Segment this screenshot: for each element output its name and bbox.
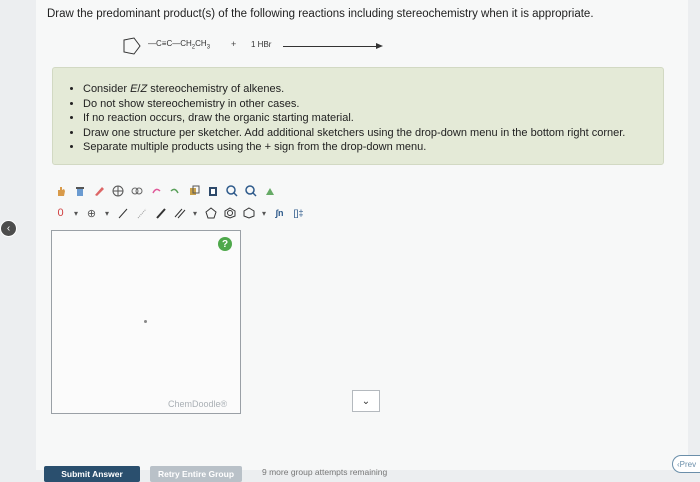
canvas-dot: [144, 320, 147, 323]
triple-bond-icon[interactable]: [171, 205, 188, 221]
instruction-item: If no reaction occurs, draw the organic …: [83, 111, 663, 126]
back-button[interactable]: ‹: [0, 220, 17, 237]
attempts-remaining: 9 more group attempts remaining: [262, 467, 388, 477]
submit-button[interactable]: Submit Answer: [44, 466, 140, 482]
ring-dropdown-icon[interactable]: ▾: [259, 205, 269, 221]
center-icon[interactable]: [109, 183, 126, 199]
eraser-icon[interactable]: [90, 183, 107, 199]
instruction-item: Consider E/Z stereochemistry of alkenes.: [83, 82, 663, 97]
reaction-scheme: —C≡C—CH2CH3 + 1 HBr: [118, 36, 383, 56]
stereo-bond-icon[interactable]: [133, 205, 150, 221]
cyclohexane-icon[interactable]: [240, 205, 257, 221]
reaction-arrow: [283, 46, 378, 47]
clear-icon[interactable]: [71, 183, 88, 199]
cyclopentane-icon[interactable]: [202, 205, 219, 221]
paste-icon[interactable]: [204, 183, 221, 199]
cyclopentane-icon: [123, 37, 141, 55]
formula-tool[interactable]: ∫n: [271, 205, 288, 221]
zoom-out-icon[interactable]: [242, 183, 259, 199]
chevron-left-icon: ‹: [6, 223, 11, 234]
double-bond-icon[interactable]: [152, 205, 169, 221]
retry-button[interactable]: Retry Entire Group: [150, 466, 242, 482]
atom-dropdown-icon[interactable]: ▾: [102, 205, 112, 221]
instruction-item: Draw one structure per sketcher. Add add…: [83, 126, 663, 141]
zoom-in-icon[interactable]: [223, 183, 240, 199]
redo-icon[interactable]: [166, 183, 183, 199]
instruction-item: Separate multiple products using the + s…: [83, 140, 663, 155]
question-text: Draw the predominant product(s) of the f…: [47, 8, 594, 20]
charge-dropdown-icon[interactable]: ▾: [71, 205, 81, 221]
copy-icon[interactable]: [185, 183, 202, 199]
add-atom-icon[interactable]: ⊕: [83, 205, 100, 221]
plus-sign: +: [231, 39, 237, 49]
prev-button[interactable]: ‹ Prev: [672, 455, 700, 473]
instructions-box: Consider E/Z stereochemistry of alkenes.…: [52, 67, 664, 165]
prev-label: Prev: [679, 459, 697, 469]
instruction-item: Do not show stereochemistry in other cas…: [83, 97, 663, 112]
reagent: 1 HBr: [251, 40, 272, 49]
clean-icon[interactable]: [261, 183, 278, 199]
bond-dropdown-icon[interactable]: ▾: [190, 205, 200, 221]
help-icon[interactable]: ?: [218, 237, 232, 251]
chemdoodle-watermark: ChemDoodle®: [168, 399, 228, 409]
sketcher-dropdown[interactable]: ⌄: [352, 390, 380, 412]
reaction-arrowhead: [376, 43, 383, 49]
hand-icon[interactable]: [52, 183, 69, 199]
bracket-tool[interactable]: []‡: [290, 205, 307, 221]
scale-icon[interactable]: [128, 183, 145, 199]
sketcher-canvas[interactable]: ? ChemDoodle®: [51, 230, 241, 414]
undo-icon[interactable]: [147, 183, 164, 199]
charge-icon[interactable]: 0: [52, 205, 69, 221]
sketcher-toolbar: 0 ▾ ⊕ ▾ ▾ ▾ ∫n []‡: [52, 180, 342, 226]
benzene-icon[interactable]: [221, 205, 238, 221]
single-bond-icon[interactable]: [114, 205, 131, 221]
reactant-formula: —C≡C—CH2CH3: [148, 39, 211, 51]
